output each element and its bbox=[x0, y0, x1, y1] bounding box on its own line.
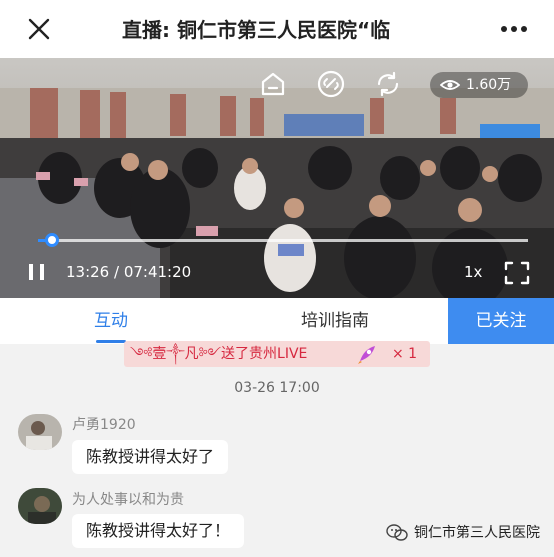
tab-interaction[interactable]: 互动 bbox=[66, 298, 156, 344]
more-icon[interactable] bbox=[498, 14, 530, 44]
wechat-icon bbox=[386, 524, 408, 541]
comment-username: 为人处事以和为贵 bbox=[72, 492, 184, 508]
follow-button[interactable]: 已关注 bbox=[448, 298, 554, 344]
chat-timestamp: 03-26 17:00 bbox=[234, 380, 320, 396]
view-count-badge: 1.60万 bbox=[430, 72, 528, 98]
top-bar: 直播: 铜仁市第三人民医院“临 bbox=[0, 0, 554, 58]
progress-bar[interactable] bbox=[38, 239, 528, 242]
avatar[interactable] bbox=[18, 414, 62, 450]
page-title: 直播: 铜仁市第三人民医院“临 bbox=[122, 18, 391, 42]
close-icon[interactable] bbox=[24, 14, 54, 44]
eye-icon bbox=[440, 80, 460, 90]
link-icon[interactable] bbox=[316, 69, 346, 99]
playback-time: 13:26 / 07:41:20 bbox=[66, 263, 192, 281]
active-tab-indicator bbox=[96, 340, 126, 343]
comment-bubble: 陈教授讲得太好了 bbox=[72, 440, 229, 474]
gift-text: ༺壹༒凡༻送了贵州LIVE bbox=[130, 346, 308, 362]
refresh-icon[interactable] bbox=[373, 69, 403, 99]
pause-icon[interactable] bbox=[26, 262, 48, 282]
avatar[interactable] bbox=[18, 488, 62, 524]
fullscreen-icon[interactable] bbox=[504, 261, 530, 285]
watermark-text: 铜仁市第三人民医院 bbox=[414, 525, 540, 541]
home-icon[interactable] bbox=[258, 69, 288, 99]
tab-training-guide[interactable]: 培训指南 bbox=[270, 298, 400, 344]
gift-count: × 1 bbox=[392, 346, 418, 362]
view-count: 1.60万 bbox=[466, 77, 512, 93]
speed-button[interactable]: 1x bbox=[464, 262, 482, 282]
rocket-icon bbox=[358, 346, 375, 364]
comment-bubble: 陈教授讲得太好了！ bbox=[72, 514, 245, 548]
gift-notice: ༺壹༒凡༻送了贵州LIVE × 1 bbox=[124, 341, 430, 367]
comment-username: 卢勇1920 bbox=[72, 417, 136, 433]
